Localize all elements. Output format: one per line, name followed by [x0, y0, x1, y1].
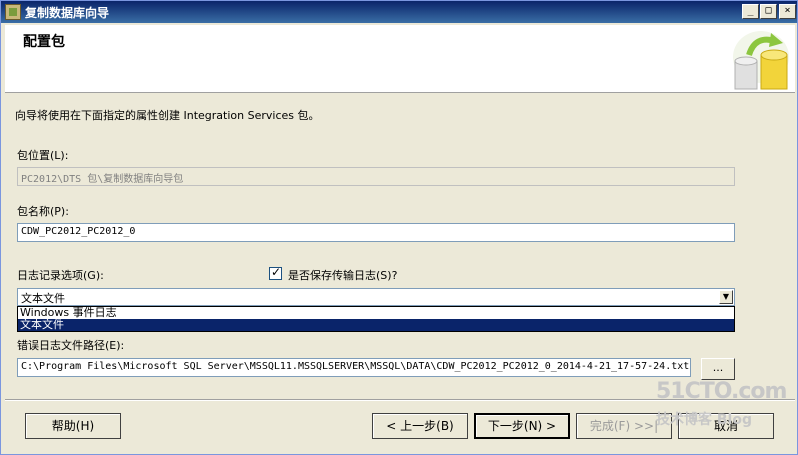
watermark: 51CTO.com 技术博客 Blog — [656, 379, 787, 428]
logging-options-select[interactable]: 文本文件 ▼ — [17, 288, 735, 306]
page-title: 配置包 — [23, 34, 65, 50]
browse-button[interactable]: ... — [701, 358, 735, 380]
package-location-label: 包位置(L): — [17, 149, 69, 162]
watermark-subtitle: 技术博客 Blog — [656, 412, 752, 428]
next-button[interactable]: 下一步(N) > — [474, 413, 570, 439]
minimize-button[interactable]: _ — [742, 4, 759, 19]
error-log-path-input[interactable]: C:\Program Files\Microsoft SQL Server\MS… — [17, 358, 691, 377]
save-transfer-log-label[interactable]: 是否保存传输日志(S)? — [288, 267, 397, 283]
intro-text: 向导将使用在下面指定的属性创建 Integration Services 包。 — [15, 109, 320, 122]
package-name-input[interactable]: CDW_PC2012_PC2012_0 — [17, 223, 735, 242]
close-button[interactable]: × — [779, 4, 796, 19]
chevron-down-icon[interactable]: ▼ — [719, 290, 733, 304]
maximize-button[interactable]: □ — [760, 4, 777, 19]
logging-options-label: 日志记录选项(G): — [17, 269, 104, 282]
logging-selected-value: 文本文件 — [21, 292, 65, 305]
help-button[interactable]: 帮助(H) — [25, 413, 121, 439]
wizard-header: 配置包 — [5, 25, 795, 93]
copy-database-wizard-window: 复制数据库向导 _ □ × 配置包 向导将使用在下面指定的属性创建 Integr… — [0, 0, 798, 455]
error-log-path-label: 错误日志文件路径(E): — [17, 339, 125, 352]
package-location-field: PC2012\DTS 包\复制数据库向导包 — [17, 167, 735, 186]
database-wizard-icon — [733, 31, 789, 90]
save-transfer-log-checkbox[interactable] — [269, 265, 282, 280]
logging-options-dropdown[interactable]: Windows 事件日志 文本文件 — [17, 306, 735, 332]
dropdown-option-text-file[interactable]: 文本文件 — [18, 319, 734, 331]
window-title: 复制数据库向导 — [25, 6, 110, 20]
watermark-logo-text: 51CTO.com — [656, 379, 787, 404]
package-name-label: 包名称(P): — [17, 205, 69, 218]
title-bar[interactable]: 复制数据库向导 _ □ × — [1, 1, 797, 23]
dropdown-option-windows-event-log[interactable]: Windows 事件日志 — [18, 307, 734, 319]
back-button[interactable]: < 上一步(B) — [372, 413, 468, 439]
wizard-content: 向导将使用在下面指定的属性创建 Integration Services 包。 … — [5, 95, 795, 395]
app-icon — [5, 4, 21, 20]
